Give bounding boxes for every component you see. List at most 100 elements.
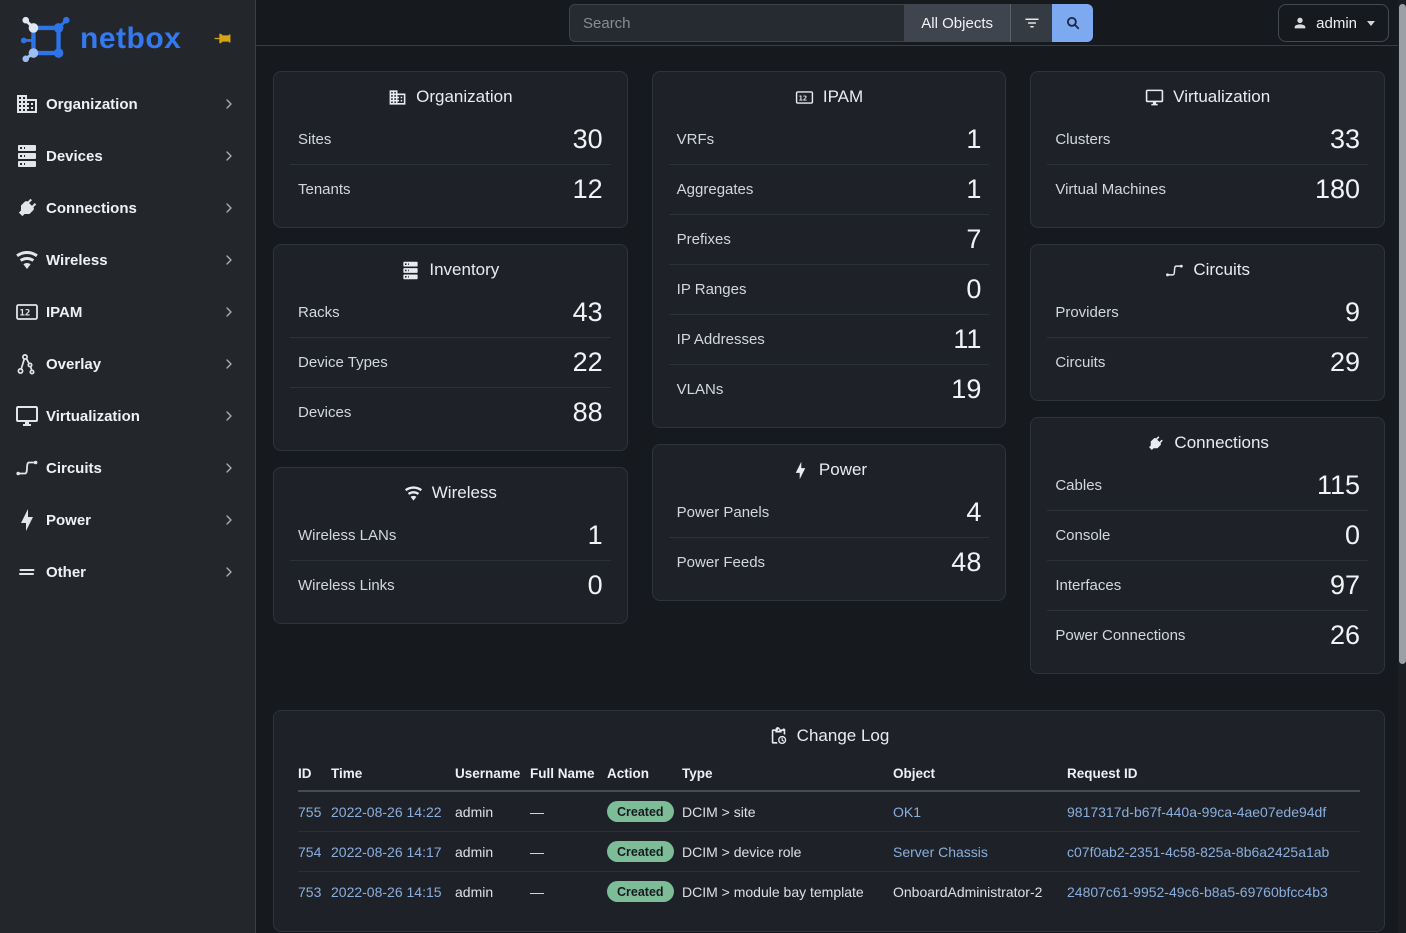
- sidebar-item-label: Wireless: [46, 252, 221, 269]
- chevron-right-icon: [221, 564, 237, 580]
- sidebar: netbox Organization Devices Connections: [0, 0, 256, 933]
- sidebar-item-devices[interactable]: Devices: [0, 130, 255, 182]
- change-time-link[interactable]: 2022-08-26 14:17: [331, 844, 442, 860]
- search-icon: [1064, 14, 1082, 32]
- request-id-link[interactable]: 9817317d-b67f-440a-99ca-4ae07ede94df: [1067, 804, 1326, 820]
- stat-value[interactable]: 0: [588, 569, 603, 602]
- sidebar-item-organization[interactable]: Organization: [0, 78, 255, 130]
- changelog-table: ID Time Username Full Name Action Type O…: [298, 756, 1360, 911]
- stat-value[interactable]: 1: [966, 173, 981, 206]
- scrollbar-thumb[interactable]: [1399, 4, 1406, 664]
- column-header-requestid: Request ID: [1067, 756, 1360, 791]
- change-id-link[interactable]: 755: [298, 804, 321, 820]
- lightning-bolt-icon: [15, 508, 39, 532]
- change-id-link[interactable]: 754: [298, 844, 321, 860]
- netbox-wordmark[interactable]: netbox: [80, 22, 181, 56]
- card-title-text: Organization: [416, 87, 512, 107]
- change-time-link[interactable]: 2022-08-26 14:22: [331, 804, 442, 820]
- sidebar-item-power[interactable]: Power: [0, 494, 255, 546]
- stat-value[interactable]: 29: [1330, 346, 1360, 379]
- card-title-text: Circuits: [1193, 260, 1250, 280]
- stat-label: Racks: [298, 304, 340, 321]
- netbox-logo-icon[interactable]: [18, 16, 74, 63]
- sidebar-item-other[interactable]: Other: [0, 546, 255, 598]
- stat-value[interactable]: 0: [966, 273, 981, 306]
- sidebar-item-ipam[interactable]: 12 IPAM: [0, 286, 255, 338]
- change-object-link[interactable]: Server Chassis: [893, 844, 988, 860]
- column-header-username: Username: [455, 756, 530, 791]
- card-header: 12 IPAM: [653, 72, 1006, 115]
- stats-card-inventory: Inventory Racks 43 Device Types 22: [273, 244, 628, 451]
- column-header-time: Time: [331, 756, 455, 791]
- clipboard-clock-icon: [769, 727, 788, 746]
- stat-label: Wireless Links: [298, 577, 395, 594]
- card-title-text: Power: [819, 460, 867, 480]
- stat-value[interactable]: 33: [1330, 123, 1360, 156]
- lightning-bolt-icon: [791, 461, 810, 480]
- stat-value[interactable]: 30: [573, 123, 603, 156]
- stat-label: Power Feeds: [677, 554, 765, 571]
- stat-value[interactable]: 4: [966, 496, 981, 529]
- stat-value[interactable]: 1: [588, 519, 603, 552]
- search-submit-button[interactable]: [1052, 4, 1093, 42]
- sidebar-item-wireless[interactable]: Wireless: [0, 234, 255, 286]
- action-badge: Created: [607, 801, 674, 822]
- user-menu-button[interactable]: admin: [1278, 4, 1389, 42]
- stat-value[interactable]: 7: [966, 223, 981, 256]
- stat-label: Prefixes: [677, 231, 731, 248]
- search-input[interactable]: [569, 4, 904, 42]
- stat-value[interactable]: 88: [573, 396, 603, 429]
- chevron-right-icon: [221, 96, 237, 112]
- user-icon: [1292, 15, 1308, 31]
- change-fullname: —: [530, 884, 544, 900]
- netbox-dashboard: netbox Organization Devices Connections: [0, 0, 1406, 933]
- wifi-icon: [15, 248, 39, 272]
- stat-value[interactable]: 22: [573, 346, 603, 379]
- chevron-right-icon: [221, 304, 237, 320]
- object-type-dropdown[interactable]: All Objects: [904, 4, 1010, 42]
- stat-value[interactable]: 9: [1345, 296, 1360, 329]
- sidebar-item-label: Virtualization: [46, 408, 221, 425]
- filter-button[interactable]: [1010, 4, 1052, 42]
- stat-value[interactable]: 26: [1330, 619, 1360, 652]
- sidebar-item-circuits[interactable]: Circuits: [0, 442, 255, 494]
- stats-card-power: Power Power Panels 4 Power Feeds 48: [652, 444, 1007, 601]
- stat-row: Aggregates 1: [669, 164, 990, 214]
- stat-value[interactable]: 115: [1317, 469, 1360, 502]
- card-title-text: Virtualization: [1173, 87, 1270, 107]
- stat-value[interactable]: 19: [951, 373, 981, 406]
- filter-icon: [1023, 14, 1041, 32]
- chevron-right-icon: [221, 356, 237, 372]
- stat-row: Console 0: [1047, 510, 1368, 560]
- stat-value[interactable]: 12: [573, 173, 603, 206]
- request-id-link[interactable]: c07f0ab2-2351-4c58-825a-8b6a2425a1ab: [1067, 844, 1329, 860]
- sidebar-item-label: Power: [46, 512, 221, 529]
- stat-value[interactable]: 11: [953, 323, 981, 356]
- stat-label: Devices: [298, 404, 351, 421]
- request-id-link[interactable]: 24807c61-9952-49c6-b8a5-69760bfcc4b3: [1067, 884, 1328, 900]
- change-username: admin: [455, 804, 493, 820]
- action-badge: Created: [607, 841, 674, 862]
- pin-sidebar-icon[interactable]: [213, 29, 232, 48]
- stat-value[interactable]: 97: [1330, 569, 1360, 602]
- sidebar-item-connections[interactable]: Connections: [0, 182, 255, 234]
- monitor-icon: [15, 404, 39, 428]
- stat-label: Interfaces: [1055, 577, 1121, 594]
- stat-value[interactable]: 1: [966, 123, 981, 156]
- server-rack-icon: [15, 144, 39, 168]
- stat-value[interactable]: 0: [1345, 519, 1360, 552]
- stat-value[interactable]: 48: [951, 546, 981, 579]
- change-fullname: —: [530, 844, 544, 860]
- sidebar-item-overlay[interactable]: Overlay: [0, 338, 255, 390]
- card-header: Wireless: [274, 468, 627, 511]
- stat-value[interactable]: 180: [1315, 173, 1360, 206]
- sidebar-item-virtualization[interactable]: Virtualization: [0, 390, 255, 442]
- change-object-link[interactable]: OK1: [893, 804, 921, 820]
- svg-text:12: 12: [798, 93, 807, 102]
- stat-row: Cables 115: [1047, 461, 1368, 510]
- change-id-link[interactable]: 753: [298, 884, 321, 900]
- card-header: Connections: [1031, 418, 1384, 461]
- change-time-link[interactable]: 2022-08-26 14:15: [331, 884, 442, 900]
- counter-icon: 12: [795, 88, 814, 107]
- stat-value[interactable]: 43: [573, 296, 603, 329]
